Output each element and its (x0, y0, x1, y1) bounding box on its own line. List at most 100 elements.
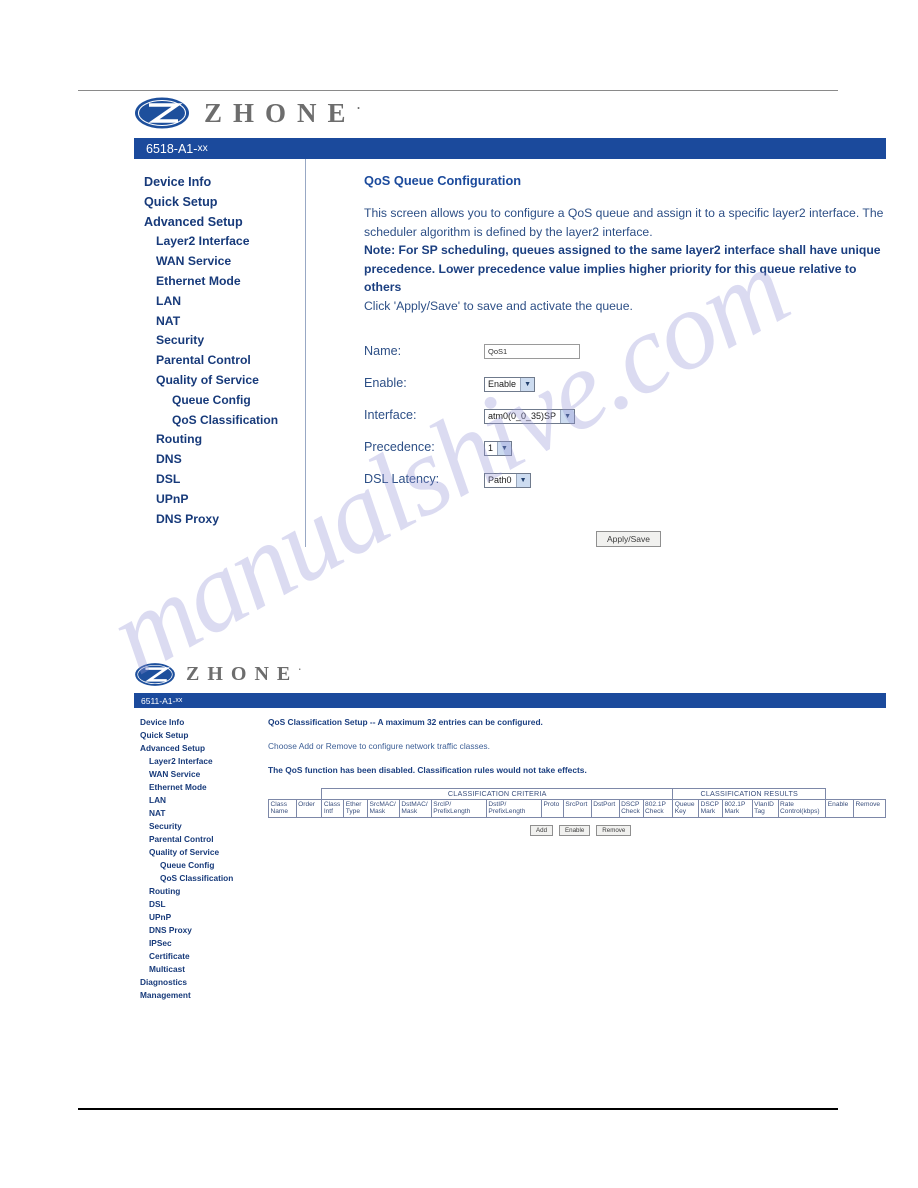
chevron-down-icon[interactable]: ▼ (520, 377, 535, 391)
table-column-dstip-prefixlength: DstIP/ PrefixLength (485, 798, 543, 818)
table-column-proto: Proto (541, 798, 564, 818)
device-model-label-2: 6511-A1- (141, 695, 176, 706)
sidebar-item-advanced-setup[interactable]: Advanced Setup (134, 742, 262, 755)
sidebar-item-quick-setup[interactable]: Quick Setup (134, 729, 262, 742)
intro-line-3: Click 'Apply/Save' to save and activate … (364, 298, 633, 313)
table-column-enable: Enable (825, 798, 855, 818)
intro-line-2: scheduler algorithm is defined by the la… (364, 224, 653, 239)
chevron-down-icon[interactable]: ▼ (515, 473, 530, 487)
field-label-enable: Enable: (364, 376, 407, 390)
interface-select[interactable]: atm0(0_0_35)SP ▼ (484, 408, 576, 424)
enable-select[interactable]: Enable ▼ (484, 376, 536, 392)
sidebar-item-security[interactable]: Security (134, 820, 262, 833)
table-header-spacer (825, 788, 886, 800)
sidebar-item-wan-service[interactable]: WAN Service (134, 252, 305, 272)
sidebar-item-lan[interactable]: LAN (134, 292, 305, 312)
zhone-trademark: · (356, 100, 372, 115)
sidebar-item-qos-classification[interactable]: QoS Classification (134, 411, 305, 431)
screenshot-qos-classification-setup: ZHONE· 6511-A1- xx Device Info Quick Setup… (134, 662, 886, 1008)
table-column-802-1p-check: 802.1P Check (642, 798, 674, 818)
sidebar-item-upnp[interactable]: UPnP (134, 490, 305, 510)
sidebar-item-parental-control[interactable]: Parental Control (134, 351, 305, 371)
sidebar-item-upnp[interactable]: UPnP (134, 911, 262, 924)
table-column-srcmac-mask: SrcMAC/ Mask (366, 798, 400, 818)
intro-line-1: This screen allows you to configure a Qo… (364, 206, 884, 220)
sidebar-item-nat[interactable]: NAT (134, 312, 305, 332)
sidebar-item-diagnostics[interactable]: Diagnostics (134, 976, 262, 989)
sidebar-item-security[interactable]: Security (134, 331, 305, 351)
sidebar-item-routing[interactable]: Routing (134, 430, 305, 450)
chevron-down-icon[interactable]: ▼ (560, 409, 575, 423)
form-row: DSL Latency: Path0 ▼ (364, 463, 886, 495)
sidebar-item-layer2-interface[interactable]: Layer2 Interface (134, 755, 262, 768)
table-column-ether-type: Ether Type (343, 798, 368, 818)
sidebar-item-lan[interactable]: LAN (134, 794, 262, 807)
table-column-queue-key: Queue Key (672, 798, 700, 818)
table-column-dstport: DstPort (590, 798, 620, 818)
field-label-interface: Interface: (364, 408, 417, 422)
main-content: QoS Queue Configuration This screen allo… (306, 159, 886, 547)
page-title: QoS Queue Configuration (364, 173, 522, 188)
note-line-2: precedence. Lower precedence value impli… (364, 261, 857, 295)
remove-button[interactable]: Remove (596, 824, 632, 836)
enable-button[interactable]: Enable (559, 824, 591, 836)
sidebar-item-queue-config[interactable]: Queue Config (134, 859, 262, 872)
queue-name-input[interactable]: QoS1 (484, 343, 580, 359)
sidebar-item-dns-proxy[interactable]: DNS Proxy (134, 510, 305, 530)
sidebar-item-parental-control[interactable]: Parental Control (134, 833, 262, 846)
table-action-buttons: Add Enable Remove (268, 824, 886, 836)
add-button[interactable]: Add (530, 824, 554, 836)
table-column-vlanid-tag: VlanID Tag (751, 798, 779, 818)
device-model-suffix: xx (197, 143, 208, 154)
field-control: 1 ▼ (484, 438, 513, 456)
form-row: Precedence: 1 ▼ (364, 431, 886, 463)
sidebar-item-layer2-interface[interactable]: Layer2 Interface (134, 232, 305, 252)
table-header-spacer (268, 788, 322, 800)
table-column-dscp-mark: DSCP Mark (698, 798, 723, 818)
sidebar-item-nat[interactable]: NAT (134, 807, 262, 820)
sidebar-item-quick-setup[interactable]: Quick Setup (134, 193, 305, 213)
table-column-dscp-check: DSCP Check (618, 798, 644, 818)
sidebar-item-routing[interactable]: Routing (134, 885, 262, 898)
apply-save-row: Apply/Save (596, 529, 886, 547)
select-value: 1 (488, 443, 494, 453)
sidebar-item-dsl[interactable]: DSL (134, 470, 305, 490)
note-label: Note (364, 243, 392, 257)
queue-configuration-form: Name: QoS1 Enable: Enable ▼ Interface: atm0(0_… (364, 335, 886, 495)
sidebar-item-certificate[interactable]: Certificate (134, 950, 262, 963)
table-column-remove: Remove (853, 798, 886, 818)
page-title-2: QoS Classification Setup -- A maximum 32… (268, 717, 543, 727)
sidebar-navigation-2: Device Info Quick Setup Advanced Setup Laye… (134, 708, 262, 1008)
sidebar-item-dns[interactable]: DNS (134, 450, 305, 470)
form-row: Interface: atm0(0_0_35)SP ▼ (364, 399, 886, 431)
sidebar-item-advanced-setup[interactable]: Advanced Setup (134, 213, 305, 233)
apply-save-button[interactable]: Apply/Save (596, 531, 661, 547)
sidebar-item-queue-config[interactable]: Queue Config (134, 391, 305, 411)
precedence-select[interactable]: 1 ▼ (484, 440, 513, 456)
form-row: Enable: Enable ▼ (364, 367, 886, 399)
table-column-srcip-prefixlength: SrcIP/ PrefixLength (430, 798, 487, 818)
sidebar-item-management[interactable]: Management (134, 989, 262, 1002)
sidebar-item-quality-of-service[interactable]: Quality of Service (134, 846, 262, 859)
dsllatency-select[interactable]: Path0 ▼ (484, 472, 531, 488)
sidebar-item-qos-classification[interactable]: QoS Classification (134, 872, 262, 885)
sidebar-item-device-info[interactable]: Device Info (134, 173, 305, 193)
table-column-class-name: Class Name (268, 798, 297, 818)
field-control: Enable ▼ (484, 374, 536, 392)
zhone-logo: ZHONE· (134, 96, 886, 130)
chevron-down-icon[interactable]: ▼ (497, 441, 512, 455)
table-column-header-row: Class Name Order Class Intf Ether Type SrcMA… (268, 798, 886, 818)
sidebar-item-device-info[interactable]: Device Info (134, 716, 262, 729)
sidebar-item-wan-service[interactable]: WAN Service (134, 768, 262, 781)
sidebar-item-ipsec[interactable]: IPSec (134, 937, 262, 950)
field-control: atm0(0_0_35)SP ▼ (484, 406, 576, 424)
table-group-classification-results: CLASSIFICATION RESULTS (672, 788, 827, 800)
sidebar-navigation: Device Info Quick Setup Advanced Setup Laye… (134, 159, 306, 547)
sidebar-item-ethernet-mode[interactable]: Ethernet Mode (134, 272, 305, 292)
sidebar-item-dns-proxy[interactable]: DNS Proxy (134, 924, 262, 937)
sidebar-item-quality-of-service[interactable]: Quality of Service (134, 371, 305, 391)
sidebar-item-dsl[interactable]: DSL (134, 898, 262, 911)
sidebar-item-multicast[interactable]: Multicast (134, 963, 262, 976)
sidebar-item-ethernet-mode[interactable]: Ethernet Mode (134, 781, 262, 794)
form-row: Name: QoS1 (364, 335, 886, 367)
